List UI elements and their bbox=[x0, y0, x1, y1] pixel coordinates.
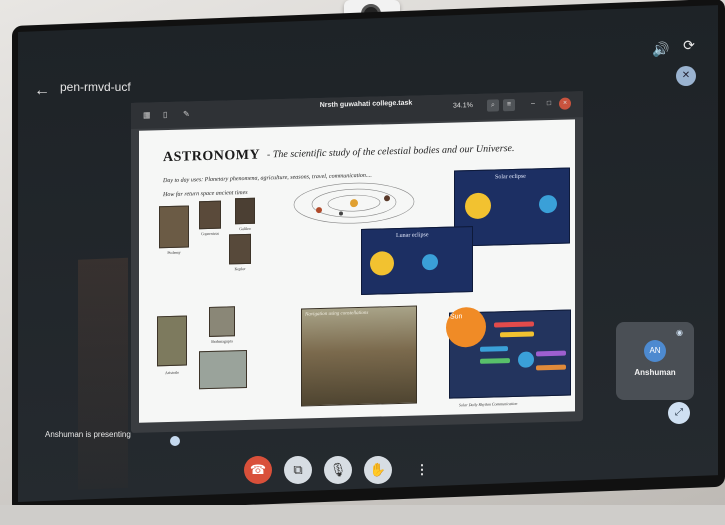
sun-icon bbox=[465, 192, 491, 220]
raise-hand-icon: ✋ bbox=[369, 462, 387, 477]
zoom-level[interactable]: 34.1% bbox=[453, 102, 473, 110]
monitor-stand-edge bbox=[0, 505, 725, 525]
lunar-eclipse-panel: Lunar eclipse bbox=[361, 226, 473, 295]
earth-icon bbox=[518, 351, 534, 368]
earth-icon bbox=[422, 253, 438, 271]
pen-icon[interactable]: ✎ bbox=[183, 109, 190, 118]
mindmap-branch bbox=[494, 321, 534, 328]
statue-aristotle bbox=[157, 315, 187, 367]
volume-icon[interactable]: 🔊 bbox=[650, 38, 672, 60]
portrait-caption: Galileo bbox=[239, 225, 251, 232]
mindmap-sun-label: Sun bbox=[450, 313, 463, 321]
portrait-caption: Copernicus bbox=[200, 230, 220, 237]
sun-icon bbox=[370, 251, 394, 276]
end-call-icon: ☎ bbox=[249, 462, 267, 477]
raise-hand-button[interactable]: ✋ bbox=[364, 456, 392, 484]
mic-button[interactable]: 🎙 bbox=[324, 456, 352, 484]
statue-brahmagupta bbox=[209, 306, 235, 337]
presenting-status: Anshuman is presenting bbox=[45, 430, 131, 439]
portrait-galileo bbox=[235, 197, 255, 225]
arrow-left-icon[interactable]: ← bbox=[34, 82, 50, 100]
maximize-icon[interactable]: □ bbox=[543, 98, 555, 110]
more-options-button[interactable]: ⋮ bbox=[408, 456, 436, 484]
search-icon[interactable]: ⌕ bbox=[487, 99, 499, 112]
portrait-caption: Ptolemy bbox=[167, 249, 181, 256]
presented-window-title: Nrsth guwahati college.task bbox=[319, 99, 413, 110]
presentation-slide: ASTRONOMY - The scientific study of the … bbox=[139, 119, 575, 423]
captions-icon: ⧉ bbox=[293, 462, 303, 477]
slide-subtitle: - The scientific study of the celestial … bbox=[267, 142, 515, 161]
mindmap-branch bbox=[480, 346, 508, 352]
portrait-ptolemy bbox=[159, 205, 189, 249]
mindmap-branch bbox=[536, 350, 566, 357]
solar-eclipse-label: Solar eclipse bbox=[495, 173, 526, 181]
menu-icon[interactable]: ≡ bbox=[503, 98, 515, 112]
avatar: AN bbox=[644, 340, 666, 362]
statue-seated bbox=[199, 349, 247, 390]
navigation-painting bbox=[301, 305, 417, 407]
portrait-copernicus bbox=[199, 200, 221, 230]
mindmap-branch bbox=[536, 364, 566, 371]
minimize-icon[interactable]: – bbox=[527, 98, 539, 110]
end-call-button[interactable]: ☎ bbox=[244, 456, 272, 484]
presented-window: ▦ ▯ ✎ Nrsth guwahati college.task 34.1% … bbox=[131, 91, 583, 433]
presenter-tile[interactable]: ◉ AN Anshuman bbox=[616, 322, 694, 400]
sun-mindmap: Sun bbox=[446, 306, 571, 399]
mic-off-icon: 🎙 bbox=[329, 462, 347, 477]
layout-icon[interactable]: ⤢ bbox=[668, 402, 690, 424]
mindmap-branch bbox=[500, 331, 534, 338]
switch-camera-icon[interactable]: ⟳ bbox=[678, 34, 700, 56]
captions-button[interactable]: ⧉ bbox=[284, 456, 312, 484]
portrait-caption: Brahmagupta bbox=[211, 338, 233, 344]
close-icon[interactable]: × bbox=[559, 97, 571, 110]
slide-line-history: How far return space ancient times bbox=[163, 189, 248, 199]
solar-system-diagram bbox=[293, 182, 415, 224]
meeting-code: pen-rmvd-ucf bbox=[60, 80, 131, 94]
camera-off-icon[interactable]: ✕ bbox=[676, 66, 696, 86]
portrait-caption: Aristotle bbox=[165, 369, 179, 376]
lunar-eclipse-label: Lunar eclipse bbox=[396, 232, 429, 240]
portrait-caption: Kepler bbox=[234, 266, 246, 272]
mindmap-caption: Solar Daily Rhythm Communication bbox=[459, 400, 518, 408]
portrait-kepler bbox=[229, 233, 251, 265]
grid-icon[interactable]: ▦ bbox=[143, 110, 151, 119]
screen-reflection bbox=[78, 257, 128, 490]
mindmap-branch bbox=[480, 358, 510, 364]
earth-icon bbox=[539, 194, 557, 214]
audio-level-icon: ◉ bbox=[676, 328, 683, 337]
mindmap-sun: Sun bbox=[446, 306, 486, 348]
status-indicator bbox=[170, 436, 180, 446]
page-icon[interactable]: ▯ bbox=[163, 110, 167, 119]
slide-title: ASTRONOMY bbox=[163, 147, 261, 166]
presenter-name: Anshuman bbox=[634, 368, 676, 377]
